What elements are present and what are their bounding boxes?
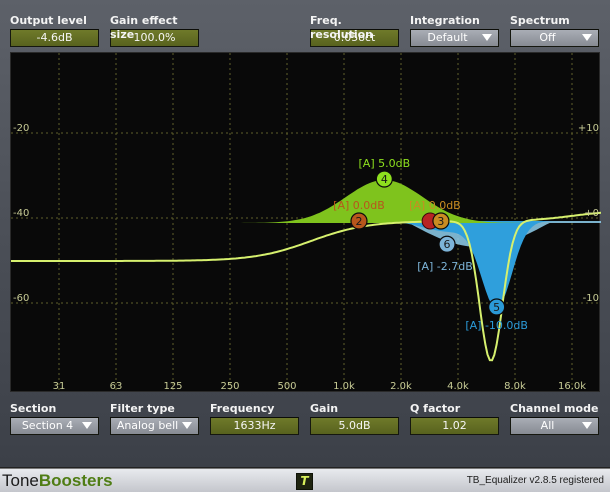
y-right-tick-label: +10	[578, 123, 599, 134]
brand-name-boosters: Boosters	[38, 471, 113, 490]
brand-name-tone: Tone	[2, 471, 39, 490]
chevron-down-icon	[482, 34, 492, 41]
gain-effect-label: Gain effect size	[110, 14, 178, 41]
version-text: TB_Equalizer v2.8.5 registered	[466, 475, 604, 486]
chevron-down-icon	[582, 422, 592, 429]
chevron-down-icon	[182, 422, 192, 429]
freq-resolution-label: Freq. resolution	[310, 14, 373, 41]
frequency-label: Frequency	[210, 402, 275, 415]
channel-mode-dropdown[interactable]: All	[510, 417, 599, 435]
output-level-label: Output level	[10, 14, 87, 27]
gain-label: Gain	[310, 402, 339, 415]
filter-node-4-number: 4	[381, 173, 388, 186]
filter-type-label: Filter type	[110, 402, 175, 415]
filter-node-2-number: 2	[355, 215, 362, 228]
output-level-control: Output level -4.6dB	[10, 14, 99, 47]
chevron-down-icon	[82, 422, 92, 429]
filter-type-control: Filter type Analog bell	[110, 402, 199, 435]
filter-node-2-label: [A] 0.0dB	[333, 199, 385, 212]
brand-logo: ToneBoosters	[2, 471, 113, 491]
x-tick-label: 63	[110, 381, 123, 392]
footer-bar: ToneBoosters T TB_Equalizer v2.8.5 regis…	[0, 468, 610, 492]
q-factor-field[interactable]: 1.02	[410, 417, 499, 435]
spectrum-mode-value: Off	[539, 31, 556, 44]
spectrum-mode-control: Spectrum mode Off	[510, 14, 599, 47]
integration-time-value: Default	[427, 31, 468, 44]
integration-time-label: Integration time	[410, 14, 480, 41]
filter-node-6-label: [A] -2.7dB	[417, 260, 473, 273]
x-tick-label: 1.0k	[333, 381, 355, 392]
filter-node-5[interactable]: 5 [A] -10.0dB	[465, 298, 528, 332]
integration-time-control: Integration time Default	[410, 14, 499, 47]
spectrum-mode-dropdown[interactable]: Off	[510, 29, 599, 47]
y-left-tick-label: -20	[13, 123, 29, 134]
freq-resolution-control: Freq. resolution 0.05oct	[310, 14, 399, 47]
filter-type-dropdown[interactable]: Analog bell	[110, 417, 199, 435]
section-label: Section	[10, 402, 57, 415]
output-level-field[interactable]: -4.6dB	[10, 29, 99, 47]
boost-band-fill	[22, 180, 601, 223]
section-dropdown[interactable]: Section 4	[10, 417, 99, 435]
equalizer-panel: Output level -4.6dB Gain effect size 100…	[0, 0, 610, 468]
q-factor-control: Q factor 1.02	[410, 402, 499, 435]
spectrum-mode-label: Spectrum mode	[510, 14, 570, 41]
y-left-tick-label: -60	[13, 293, 29, 304]
section-control: Section Section 4	[10, 402, 99, 435]
filter-node-4[interactable]: 4 [A] 5.0dB	[359, 157, 411, 188]
y-right-tick-label: +0	[584, 208, 599, 219]
eq-curve-graph[interactable]: 31 63 125 250 500 1.0k 2.0k 4.0k 8.0k 16.0k -20 +10…	[11, 53, 601, 393]
filter-node-4-label: [A] 5.0dB	[359, 157, 411, 170]
filter-node-6-number: 6	[444, 238, 451, 251]
x-tick-label: 8.0k	[504, 381, 526, 392]
gain-field[interactable]: 5.0dB	[310, 417, 399, 435]
x-tick-label: 125	[163, 381, 182, 392]
y-right-tick-label: -10	[583, 293, 599, 304]
x-tick-label: 250	[220, 381, 239, 392]
q-factor-label: Q factor	[410, 402, 461, 415]
gain-effect-control: Gain effect size 100.0%	[110, 14, 199, 47]
eq-curve-display[interactable]: 31 63 125 250 500 1.0k 2.0k 4.0k 8.0k 16.0k -20 +10…	[10, 52, 601, 393]
filter-node-3-number: 3	[437, 215, 444, 228]
chevron-down-icon	[582, 34, 592, 41]
channel-mode-label: Channel mode	[510, 402, 599, 415]
filter-type-value: Analog bell	[116, 419, 179, 432]
gain-control: Gain 5.0dB	[310, 402, 399, 435]
frequency-control: Frequency 1633Hz	[210, 402, 299, 435]
filter-node-5-number: 5	[493, 301, 500, 314]
x-tick-label: 4.0k	[447, 381, 469, 392]
filter-node-5-label: [A] -10.0dB	[465, 319, 528, 332]
x-tick-label: 500	[277, 381, 296, 392]
x-tick-label: 2.0k	[390, 381, 412, 392]
x-tick-label: 31	[53, 381, 66, 392]
frequency-field[interactable]: 1633Hz	[210, 417, 299, 435]
x-tick-label: 16.0k	[558, 381, 586, 392]
channel-mode-control: Channel mode All	[510, 402, 599, 435]
tb-logo-icon[interactable]: T	[296, 473, 313, 490]
filter-node-3-label: [A] 0.0dB	[409, 199, 461, 212]
integration-time-dropdown[interactable]: Default	[410, 29, 499, 47]
channel-mode-value: All	[540, 419, 555, 432]
y-left-tick-label: -40	[13, 208, 29, 219]
section-value: Section 4	[21, 419, 74, 432]
